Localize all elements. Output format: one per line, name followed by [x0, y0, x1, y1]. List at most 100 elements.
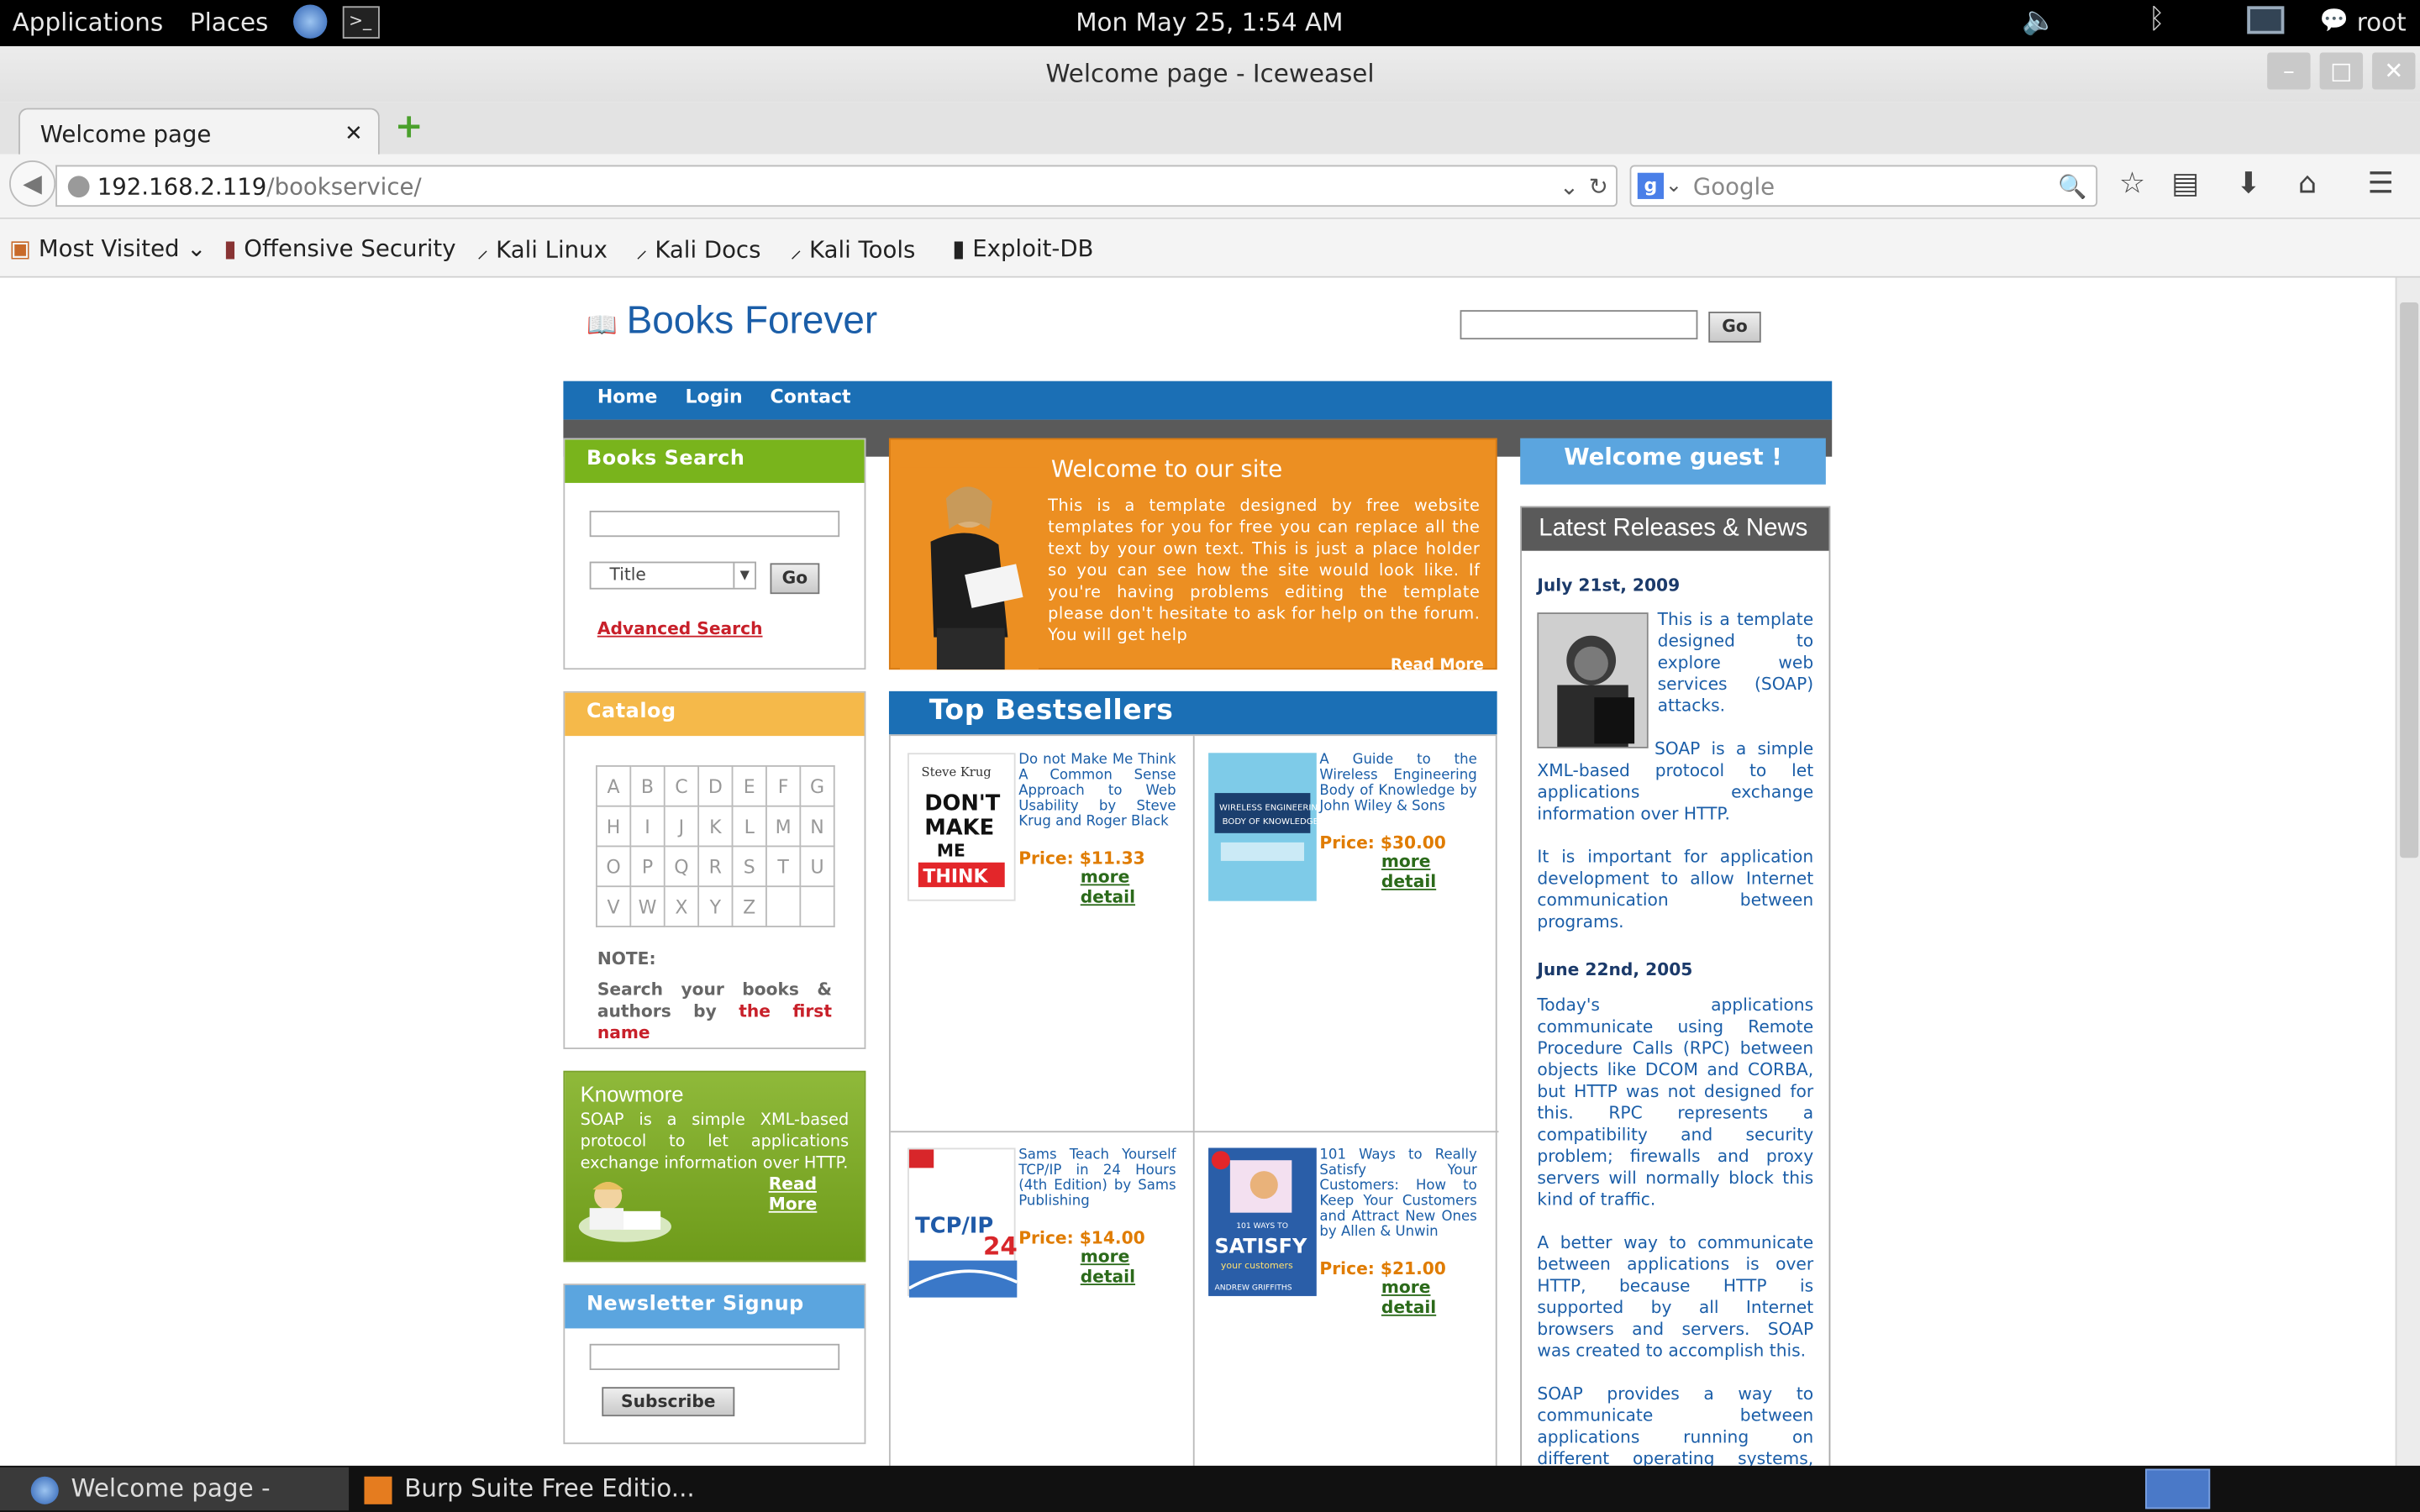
hamburger-menu-icon[interactable]: ☰ — [2368, 166, 2394, 200]
maximize-button[interactable]: □ — [2319, 52, 2364, 90]
more-detail-link[interactable]: more detail — [1381, 852, 1481, 892]
newsletter-email-input[interactable] — [589, 1343, 840, 1371]
news-paragraph: Today's applications communicate using R… — [1537, 995, 1814, 1210]
kali-icon: ⸝ — [790, 236, 802, 265]
knowmore-read-more[interactable]: Read More — [769, 1174, 865, 1215]
search-icon[interactable]: 🔍 — [2058, 166, 2086, 207]
close-tab-icon[interactable]: ✕ — [345, 109, 363, 159]
top-go-button[interactable]: Go — [1708, 312, 1761, 343]
letter-s[interactable]: S — [731, 845, 767, 888]
site-logo[interactable]: 📖 Books Forever — [587, 299, 877, 344]
letter-y[interactable]: Y — [697, 885, 734, 927]
downloads-icon[interactable]: ⬇ — [2236, 166, 2260, 200]
bookmark-kali-tools[interactable]: ⸝ Kali Tools — [790, 234, 915, 265]
engine-dropdown-icon[interactable]: ⌄ — [1665, 166, 1682, 207]
page-scrollbar[interactable] — [2395, 277, 2420, 1466]
home-icon[interactable]: ⌂ — [2298, 166, 2317, 200]
bookmark-offensive-security[interactable]: ▮ Offensive Security — [224, 234, 455, 262]
user-menu[interactable]: root — [2357, 8, 2407, 37]
nav-login[interactable]: Login — [686, 386, 743, 407]
book-cover-dont-make-me-think[interactable]: Steve Krug DON'T MAKE ME THINK — [908, 753, 1016, 901]
book-title[interactable]: 101 Ways to Really Satisfy Your Customer… — [1319, 1148, 1476, 1241]
book-price: Price: $14.00 — [1018, 1228, 1145, 1248]
letter-o[interactable]: O — [595, 845, 632, 888]
letter-t[interactable]: T — [765, 845, 802, 888]
search-by-select[interactable]: Title ▼ — [589, 561, 757, 590]
letter-k[interactable]: K — [697, 805, 734, 848]
books-search-go-button[interactable]: Go — [770, 563, 820, 595]
letter-a[interactable]: A — [595, 765, 632, 807]
minimize-button[interactable]: – — [2267, 52, 2311, 90]
back-arrow-icon[interactable]: ◀ — [9, 160, 56, 207]
task-burp-suite[interactable]: Burp Suite Free Editio... — [358, 1467, 707, 1510]
workspace-switcher[interactable] — [2145, 1468, 2211, 1509]
more-detail-link[interactable]: more detail — [1381, 1278, 1481, 1318]
bookmarks-list-icon[interactable]: ▤ — [2171, 166, 2199, 200]
google-engine-icon[interactable]: g — [1637, 172, 1665, 199]
network-icon[interactable] — [2247, 6, 2285, 34]
news-paragraph: SOAP provides a way to communicate betwe… — [1537, 1383, 1814, 1466]
letter-empty — [799, 885, 835, 927]
bestsellers-title: Top Bestsellers — [888, 690, 1497, 735]
bookmark-kali-linux[interactable]: ⸝ Kali Linux — [477, 234, 608, 265]
places-menu[interactable]: Places — [190, 8, 268, 37]
task-iceweasel[interactable]: Welcome page - Icew... — [0, 1467, 350, 1511]
letter-m[interactable]: M — [765, 805, 802, 848]
close-window-button[interactable]: ✕ — [2372, 52, 2416, 90]
welcome-read-more[interactable]: Read More — [1391, 657, 1484, 674]
letter-n[interactable]: N — [799, 805, 835, 848]
book-title[interactable]: A Guide to the Wireless Engineering Body… — [1319, 753, 1476, 814]
more-detail-link[interactable]: more detail — [1081, 1247, 1180, 1287]
letter-z[interactable]: Z — [731, 885, 767, 927]
bookmark-exploit-db[interactable]: ▮ Exploit-DB — [952, 234, 1093, 262]
subscribe-button[interactable]: Subscribe — [602, 1387, 735, 1417]
letter-e[interactable]: E — [731, 765, 767, 807]
book-cover-tcp-ip[interactable]: TCP/IP 24 — [908, 1147, 1018, 1298]
tab-welcome-page[interactable]: Welcome page ✕ — [18, 108, 380, 158]
applications-menu[interactable]: Applications — [13, 8, 164, 37]
letter-i[interactable]: I — [629, 805, 666, 848]
bookmark-most-visited[interactable]: ▣ Most Visited ⌄ — [9, 234, 206, 262]
letter-l[interactable]: L — [731, 805, 767, 848]
letter-x[interactable]: X — [663, 885, 700, 927]
books-search-input[interactable] — [589, 510, 840, 538]
nav-contact[interactable]: Contact — [771, 386, 851, 407]
letter-f[interactable]: F — [765, 765, 802, 807]
book-cover-satisfy-customers[interactable]: 101 WAYS TO SATISFY your customers ANDREW G… — [1208, 1147, 1317, 1296]
scrollbar-thumb[interactable] — [2400, 302, 2419, 858]
letter-h[interactable]: H — [595, 805, 632, 848]
letter-d[interactable]: D — [697, 765, 734, 807]
volume-muted-icon[interactable]: 🔈 — [2022, 5, 2056, 38]
terminal-launcher-icon[interactable]: >_ — [342, 6, 380, 39]
book-price: Price: $11.33 — [1018, 848, 1145, 869]
more-detail-link[interactable]: more detail — [1081, 867, 1180, 907]
letter-b[interactable]: B — [629, 765, 666, 807]
letter-r[interactable]: R — [697, 845, 734, 888]
letter-q[interactable]: Q — [663, 845, 700, 888]
search-bar[interactable]: g ⌄ Google 🔍 — [1629, 165, 2098, 207]
window-title-bar: Welcome page - Iceweasel — [0, 46, 2420, 102]
nav-home[interactable]: Home — [597, 386, 658, 407]
bookmark-star-icon[interactable]: ☆ — [2119, 166, 2145, 200]
letter-u[interactable]: U — [799, 845, 835, 888]
letter-j[interactable]: J — [663, 805, 700, 848]
iceweasel-launcher-icon[interactable] — [292, 4, 328, 39]
url-dropdown-icon[interactable]: ⌄ — [1560, 166, 1579, 207]
book-title[interactable]: Sams Teach Yourself TCP/IP in 24 Hours (… — [1018, 1148, 1176, 1210]
advanced-search-link[interactable]: Advanced Search — [597, 619, 763, 639]
book-cover-wireless-engineering[interactable]: WIRELESS ENGINEERING BODY OF KNOWLEDGE — [1208, 753, 1324, 901]
bookmark-kali-docs[interactable]: ⸝ Kali Docs — [636, 234, 761, 265]
clock[interactable]: Mon May 25, 1:54 AM — [1076, 8, 1343, 37]
bluetooth-icon[interactable]: ᛒ — [2149, 3, 2165, 36]
letter-p[interactable]: P — [629, 845, 666, 888]
letter-g[interactable]: G — [799, 765, 835, 807]
top-search-input[interactable] — [1460, 310, 1698, 340]
letter-w[interactable]: W — [629, 885, 666, 927]
letter-v[interactable]: V — [595, 885, 632, 927]
letter-c[interactable]: C — [663, 765, 700, 807]
reload-icon[interactable]: ↻ — [1589, 166, 1608, 207]
url-bar[interactable]: 192.168.2.119/bookservice/ ⌄ ↻ — [55, 165, 1618, 207]
new-tab-plus-icon[interactable]: + — [392, 110, 426, 144]
chat-icon[interactable]: 💬 — [2320, 6, 2349, 34]
book-title[interactable]: Do not Make Me Think A Common Sense Appr… — [1018, 753, 1176, 830]
